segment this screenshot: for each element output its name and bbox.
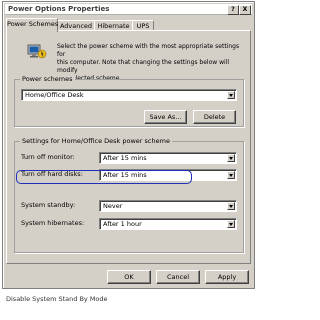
chevron-down-icon[interactable] [227,220,235,228]
chevron-down-icon[interactable] [227,171,235,179]
help-button[interactable]: ? [227,5,239,15]
description-line: Select the power scheme with the most ap… [57,43,240,58]
power-schemes-group: Power schemes Home/Office Desk Save As..… [14,75,244,127]
system-hibernates-select[interactable]: After 1 hour [99,218,237,230]
cancel-button[interactable]: Cancel [156,270,200,284]
chevron-down-icon[interactable] [227,202,235,210]
caption-text: Disable System Stand By Mode [6,295,108,303]
delete-button[interactable]: Delete [193,110,236,124]
description-text: Select the power scheme with the most ap… [57,43,242,83]
chevron-down-icon[interactable] [227,91,235,99]
close-button[interactable]: X [239,5,251,15]
scheme-settings-group: Settings for Home/Office Desk power sche… [14,137,244,253]
standby-highlight-annotation [16,170,192,184]
power-scheme-select[interactable]: Home/Office Desk [21,89,237,101]
power-scheme-value: Home/Office Desk [25,91,84,99]
description-line: this computer. Note that changing the se… [57,59,229,74]
turn-off-monitor-label: Turn off monitor: [21,153,75,161]
power-scheme-icon [27,44,47,59]
power-schemes-legend: Power schemes [20,75,75,84]
save-as-button[interactable]: Save As... [144,110,187,124]
tab-power-schemes[interactable]: Power Schemes [6,18,58,32]
system-standby-label: System standby: [21,201,76,209]
chevron-down-icon[interactable] [227,154,235,162]
turn-off-monitor-select[interactable]: After 15 mins [99,152,237,164]
window-title: Power Options Properties [8,5,110,13]
system-hibernates-value: After 1 hour [103,220,142,228]
system-standby-value: Never [103,202,123,210]
system-hibernates-label: System hibernates: [21,219,85,227]
turn-off-monitor-value: After 15 mins [103,154,147,162]
title-bar: Power Options Properties ? X [5,4,252,15]
power-options-dialog: Power Options Properties ? X Power Schem… [2,1,255,289]
system-standby-select[interactable]: Never [99,200,237,212]
settings-legend: Settings for Home/Office Desk power sche… [20,137,172,146]
power-schemes-panel: Select the power scheme with the most ap… [6,30,251,264]
ok-button[interactable]: OK [107,270,151,284]
apply-button[interactable]: Apply [205,270,249,284]
